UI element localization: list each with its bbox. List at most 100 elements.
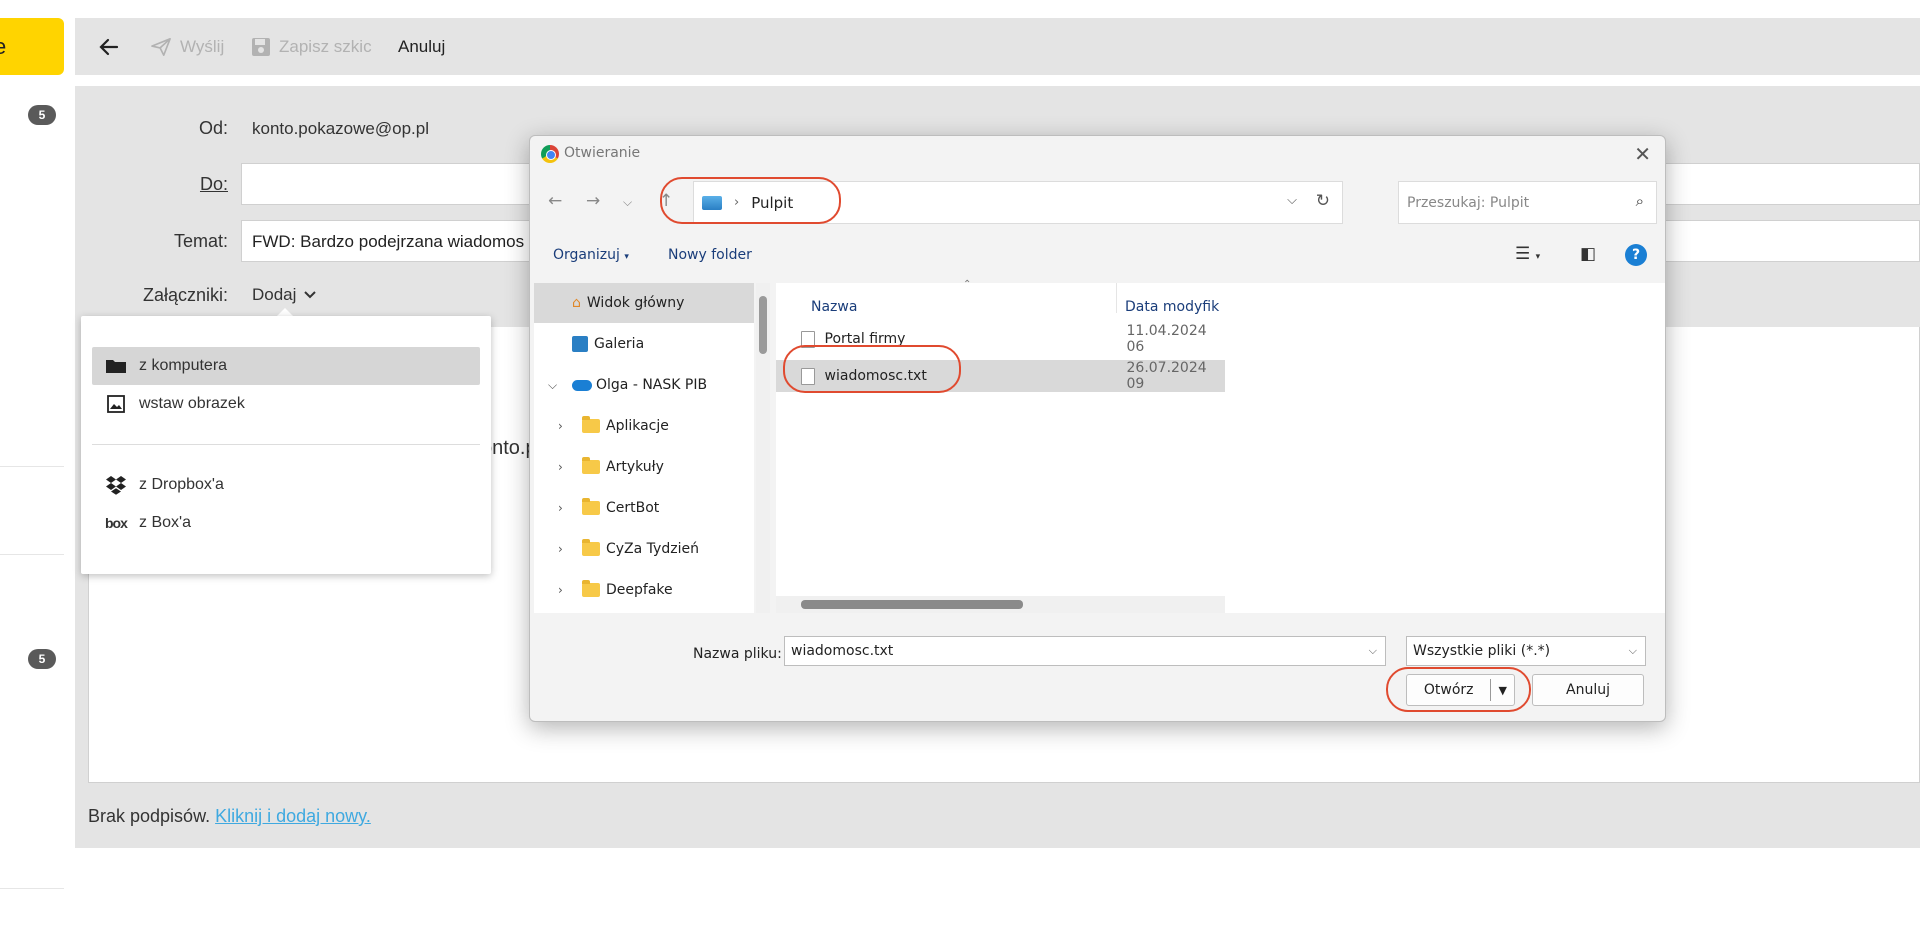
new-folder-button[interactable]: Nowy folder xyxy=(668,247,752,263)
nav-item-label: Galeria xyxy=(594,336,645,352)
chrome-icon xyxy=(541,145,559,163)
compose-button[interactable]: e xyxy=(0,18,64,75)
menu-item-label: z Dropbox'a xyxy=(139,476,224,493)
chevron-down-icon xyxy=(304,291,317,299)
filename-label: Nazwa pliku: xyxy=(693,646,782,662)
nav-item-label: Olga - NASK PIB xyxy=(596,377,708,393)
nav-item-home[interactable]: ⌂ Widok główny xyxy=(534,283,754,323)
attach-from-computer[interactable]: z komputera xyxy=(92,347,480,385)
nav-item-label: Widok główny xyxy=(586,295,685,311)
nav-scrollbar-thumb[interactable] xyxy=(759,296,767,354)
compose-toolbar: Wyślij Zapisz szkic Anuluj xyxy=(75,18,1920,75)
folder-icon xyxy=(106,360,126,373)
save-draft-label: Zapisz szkic xyxy=(279,36,372,56)
cancel-label: Anuluj xyxy=(398,36,446,56)
signature-row: Brak podpisów. Kliknij i dodaj nowy. xyxy=(88,806,371,827)
folder-icon xyxy=(582,580,600,597)
filetype-value: Wszystkie pliki (*.*) xyxy=(1413,643,1551,659)
folder-icon xyxy=(582,416,600,433)
arrow-left-icon xyxy=(99,38,119,55)
menu-item-label: wstaw obrazek xyxy=(139,395,245,412)
navigation-pane: ⌂ Widok główny Galeria ⌵ Olga - NASK PIB … xyxy=(534,283,754,613)
menu-item-label: z Box'a xyxy=(139,514,191,531)
unread-badge: 5 xyxy=(28,105,56,125)
file-date: 26.07.2024 09 xyxy=(1126,360,1207,392)
file-date: 11.04.2024 06 xyxy=(1126,323,1207,355)
nav-item-folder[interactable]: › CertBot xyxy=(534,488,754,528)
chevron-down-icon[interactable]: ⌵ xyxy=(548,378,557,393)
chevron-right-icon[interactable]: › xyxy=(558,501,563,515)
floppy-icon xyxy=(252,37,270,56)
highlight-annotation xyxy=(783,345,961,393)
close-icon[interactable]: ✕ xyxy=(1634,142,1651,166)
dialog-cancel-button[interactable]: Anuluj xyxy=(1532,674,1644,706)
insert-image[interactable]: wstaw obrazek xyxy=(92,385,480,423)
help-icon[interactable]: ? xyxy=(1625,244,1647,266)
back-button[interactable] xyxy=(97,18,121,75)
organize-button[interactable]: Organizuj ▾ xyxy=(553,247,629,263)
highlight-annotation xyxy=(660,177,841,224)
nav-item-label: Aplikacje xyxy=(606,418,669,434)
signature-text: Brak podpisów. xyxy=(88,806,211,826)
caret-down-icon: ▾ xyxy=(624,252,629,262)
chevron-right-icon[interactable]: › xyxy=(558,583,563,597)
folder-icon xyxy=(582,498,600,515)
chevron-right-icon[interactable]: › xyxy=(558,419,563,433)
home-icon: ⌂ xyxy=(572,295,581,311)
attach-menu: z komputera wstaw obrazek z Dropbox'a bo… xyxy=(81,316,491,574)
highlight-annotation xyxy=(1386,667,1531,712)
nav-item-folder[interactable]: › Artykuły xyxy=(534,447,754,487)
search-input[interactable]: Przeszukaj: Pulpit ⌕ xyxy=(1398,181,1657,224)
attach-from-box[interactable]: box z Box'a xyxy=(92,504,480,542)
view-options-icon[interactable]: ☰ ▾ xyxy=(1515,244,1540,264)
attachments-label: Załączniki: xyxy=(142,285,228,305)
nav-item-folder[interactable]: › Deepfake xyxy=(534,570,754,610)
refresh-icon[interactable]: ↻ xyxy=(1316,191,1330,211)
nav-item-gallery[interactable]: Galeria xyxy=(534,324,754,364)
chevron-down-icon[interactable]: ⌵ xyxy=(1369,644,1377,658)
nav-item-folder[interactable]: › Aplikacje xyxy=(534,406,754,446)
chevron-down-icon[interactable]: ⌵ xyxy=(1287,193,1297,208)
recent-locations-icon[interactable]: ⌵ xyxy=(623,195,632,210)
from-value: konto.pokazowe@op.pl xyxy=(252,119,429,138)
attachments-add-dropdown[interactable]: Dodaj xyxy=(252,285,317,305)
nav-item-label: CyZa Tydzień xyxy=(606,541,699,557)
file-list: Nazwa ⌃ Data modyfik Portal firmy 11.04.… xyxy=(776,279,1225,613)
nav-back-icon[interactable]: ← xyxy=(548,191,562,211)
send-button[interactable]: Wyślij xyxy=(150,18,224,75)
preview-pane xyxy=(1225,283,1665,613)
search-icon: ⌕ xyxy=(1635,192,1644,210)
cancel-button[interactable]: Anuluj xyxy=(398,18,445,75)
dialog-title: Otwieranie xyxy=(564,145,641,161)
column-divider[interactable] xyxy=(1116,283,1117,313)
dropbox-icon xyxy=(106,476,126,495)
divider xyxy=(0,466,64,467)
cloud-icon xyxy=(572,379,592,391)
to-label[interactable]: Do: xyxy=(78,174,228,195)
column-header-date[interactable]: Data modyfik xyxy=(1125,299,1219,315)
filetype-select[interactable]: Wszystkie pliki (*.*) ⌵ xyxy=(1406,636,1646,666)
from-label: Od: xyxy=(198,118,228,138)
organize-label: Organizuj xyxy=(553,247,620,263)
preview-pane-icon[interactable]: ◧ xyxy=(1580,244,1596,264)
horizontal-scrollbar-thumb[interactable] xyxy=(801,600,1023,609)
attachments-add-label: Dodaj xyxy=(252,285,297,304)
filename-input[interactable]: wiadomosc.txt ⌵ xyxy=(784,636,1386,666)
add-signature-link[interactable]: Kliknij i dodaj nowy. xyxy=(215,806,371,826)
subject-label: Temat: xyxy=(173,231,228,251)
folder-icon xyxy=(582,457,600,474)
menu-item-label: z komputera xyxy=(139,357,228,374)
nav-item-folder[interactable]: › CyZa Tydzień xyxy=(534,529,754,569)
chevron-right-icon[interactable]: › xyxy=(558,460,563,474)
nav-forward-icon[interactable]: → xyxy=(586,191,600,211)
subject-value: FWD: Bardzo podejrzana wiadomos xyxy=(252,232,525,251)
sort-up-icon: ⌃ xyxy=(963,279,972,290)
column-header-name[interactable]: Nazwa xyxy=(811,299,857,315)
filename-value: wiadomosc.txt xyxy=(791,643,894,659)
chevron-right-icon[interactable]: › xyxy=(558,542,563,556)
chevron-down-icon: ⌵ xyxy=(1628,644,1637,657)
attach-from-dropbox[interactable]: z Dropbox'a xyxy=(92,466,480,504)
divider xyxy=(0,888,64,889)
nav-item-onedrive[interactable]: ⌵ Olga - NASK PIB xyxy=(534,365,754,405)
save-draft-button[interactable]: Zapisz szkic xyxy=(251,18,372,75)
